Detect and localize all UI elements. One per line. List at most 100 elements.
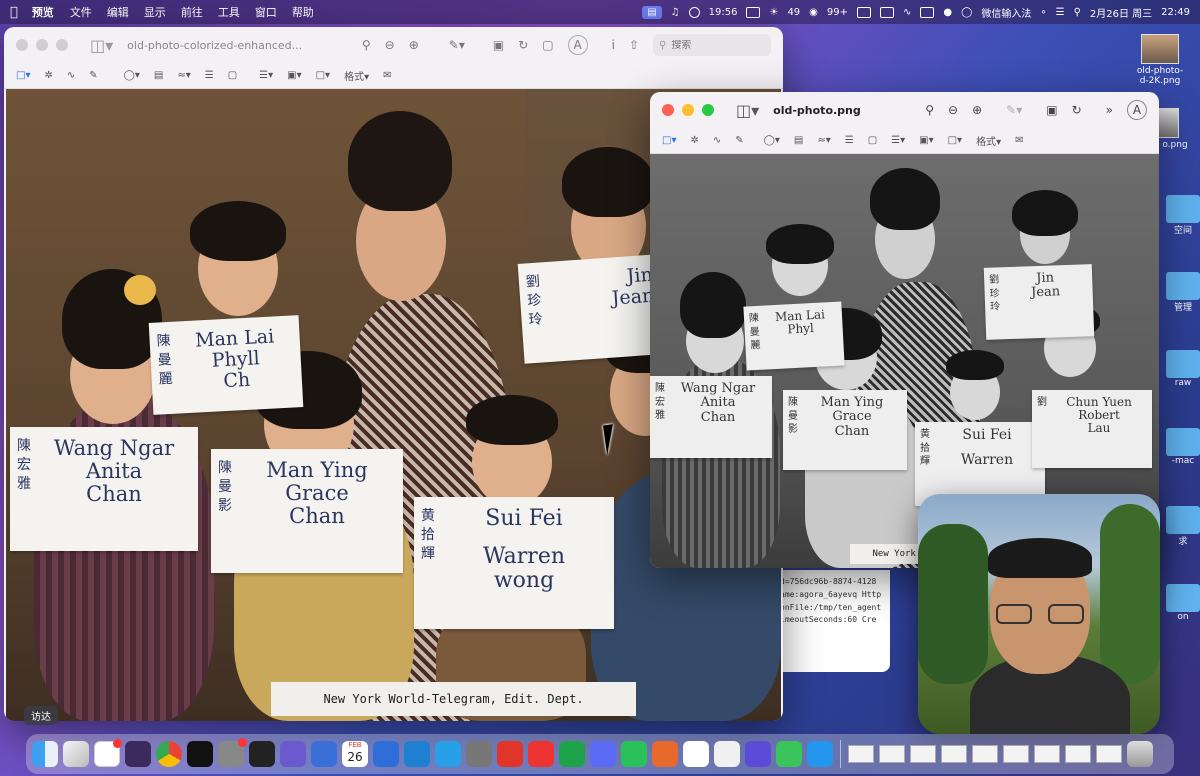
wifi-icon[interactable]: ∿ [903,7,911,18]
app-blue-icon[interactable] [590,741,616,767]
app-db-icon[interactable] [373,741,399,767]
annotate-icon[interactable]: ✉ [383,70,391,81]
app-layers-icon[interactable] [280,741,306,767]
terminal-window[interactable]: d=756dc96b-8874-4128 ame:agora_6ayevq Ht… [776,570,890,672]
spotlight-icon[interactable]: ⚲ [1074,7,1081,18]
app-files-icon[interactable] [311,741,337,767]
minimized-window-thumb[interactable] [1096,745,1122,763]
wps-icon[interactable] [528,741,554,767]
adjust-color-icon[interactable]: ☰ [205,70,214,81]
app-menu[interactable]: 预览 [32,4,54,20]
shape-style-icon[interactable]: ☰▾ [891,135,905,146]
app-bird-icon[interactable] [435,741,461,767]
minimize-button[interactable] [682,104,694,116]
zoom-out-icon[interactable]: ⊖ [385,38,395,52]
record-icon[interactable] [688,6,700,18]
text-icon[interactable]: ▤ [154,70,163,81]
window-icon[interactable] [746,6,761,18]
minimized-window-thumb[interactable] [1034,745,1060,763]
audio-icon[interactable]: ♫ [671,7,680,18]
more-tools-icon[interactable]: » [1106,103,1113,117]
zoom-in-icon[interactable]: ⊕ [409,38,419,52]
screen-share-icon[interactable]: ▤ [642,5,662,19]
close-button[interactable] [662,104,674,116]
app-rewind-icon[interactable] [745,741,771,767]
app-icon-grid[interactable] [880,6,895,18]
markup-pen-icon[interactable]: ✎▾ [1006,103,1022,117]
minimized-window-thumb[interactable] [879,745,905,763]
system-settings-icon[interactable] [218,738,247,767]
rotate-icon[interactable]: ↻ [518,38,528,52]
control-center-icon[interactable]: ☰ [1056,7,1065,18]
app-orange-icon[interactable] [652,741,678,767]
input-method-label[interactable]: 微信输入法 [981,5,1031,20]
clock[interactable]: 22:49 [1161,7,1190,18]
calendar-icon[interactable]: FEB 26 [342,741,368,767]
wechat-icon[interactable]: ◉ [809,7,818,18]
markup-toolbar-icon[interactable]: A [1127,100,1147,120]
apple-menu-icon[interactable]:  [10,5,18,20]
border-color-icon[interactable]: ▣▾ [287,70,301,81]
markup-pen-icon[interactable]: ✎▾ [449,38,465,52]
instant-alpha-icon[interactable]: ✲ [690,135,698,146]
menu-window[interactable]: 窗口 [255,4,277,20]
chrome-icon[interactable] [156,741,182,767]
date[interactable]: 2月26日 周三 [1090,5,1152,20]
app-grid-icon[interactable] [714,741,740,767]
minimized-window-thumb[interactable] [972,745,998,763]
bluetooth-icon[interactable]: ∘ [1040,7,1046,18]
video-call-window[interactable] [918,494,1160,734]
dot-icon[interactable]: ● [943,7,952,18]
trash-icon[interactable] [1127,741,1153,767]
menu-go[interactable]: 前往 [181,4,203,20]
wechat-icon[interactable] [621,741,647,767]
close-button[interactable] [16,39,28,51]
sidebar-toggle-icon[interactable]: ◫▾ [90,36,113,55]
adjust-size-icon[interactable]: ▢ [228,70,237,81]
info-icon[interactable]: i [612,38,615,52]
titlebar[interactable]: ◫▾ old-photo-colorized-enhanced... ⚲ ⊖ ⊕… [4,27,783,63]
menu-file[interactable]: 文件 [70,4,92,20]
adjust-color-icon[interactable]: ☰ [845,135,854,146]
docker-icon[interactable] [807,741,833,767]
crop-icon[interactable]: ▣ [493,38,504,52]
markup-toolbar-icon[interactable]: A [567,35,588,55]
time-small[interactable]: 19:56 [709,7,738,18]
menu-help[interactable]: 帮助 [292,4,314,20]
crop-icon[interactable]: ▣ [1046,103,1057,117]
text-icon[interactable]: ▤ [794,135,803,146]
annotate-icon[interactable]: ✉ [1015,135,1023,146]
instant-alpha-icon[interactable]: ✲ [44,70,52,81]
search-field[interactable]: ⚲ [653,34,771,56]
finder-icon[interactable] [32,741,58,767]
fill-color-icon[interactable]: □▾ [316,70,330,81]
menu-view[interactable]: 显示 [144,4,166,20]
shapes-icon[interactable]: ◯▾ [124,70,140,81]
zoom-in-icon[interactable]: ⊕ [972,103,982,117]
app-dark-icon[interactable] [187,741,213,767]
draw-icon[interactable]: ✎ [89,70,97,81]
shape-style-icon[interactable]: ☰▾ [259,70,273,81]
zoom-fit-icon[interactable]: ⚲ [362,38,371,52]
titlebar[interactable]: ◫▾ old-photo.png ⚲ ⊖ ⊕ ✎▾ ▣ ↻ » A [650,92,1159,128]
sketch-icon[interactable]: ∿ [67,70,75,81]
minimize-button[interactable] [36,39,48,51]
zoom-out-icon[interactable]: ⊖ [948,103,958,117]
battery-percent[interactable]: 49 [787,7,800,18]
minimized-window-thumb[interactable] [1065,745,1091,763]
minimized-window-thumb[interactable] [848,745,874,763]
minimized-window-thumb[interactable] [941,745,967,763]
app-purple-icon[interactable] [125,741,151,767]
zoom-button[interactable] [56,39,68,51]
brightness-icon[interactable]: ☀ [769,7,778,18]
input-method-icon[interactable]: ◯ [961,7,972,18]
minimized-window-thumb[interactable] [1003,745,1029,763]
rotate-icon[interactable]: ↻ [1072,103,1082,117]
signature-icon[interactable]: ≈▾ [177,70,190,81]
draw-icon[interactable]: ✎ [735,135,743,146]
desktop-file-colorized[interactable]: old-photo- d-2K.png [1120,34,1200,86]
app-icon-p[interactable] [857,6,872,18]
pdf-icon[interactable] [497,741,523,767]
shapes-icon[interactable]: ◯▾ [764,135,780,146]
border-color-icon[interactable]: ▣▾ [919,135,933,146]
